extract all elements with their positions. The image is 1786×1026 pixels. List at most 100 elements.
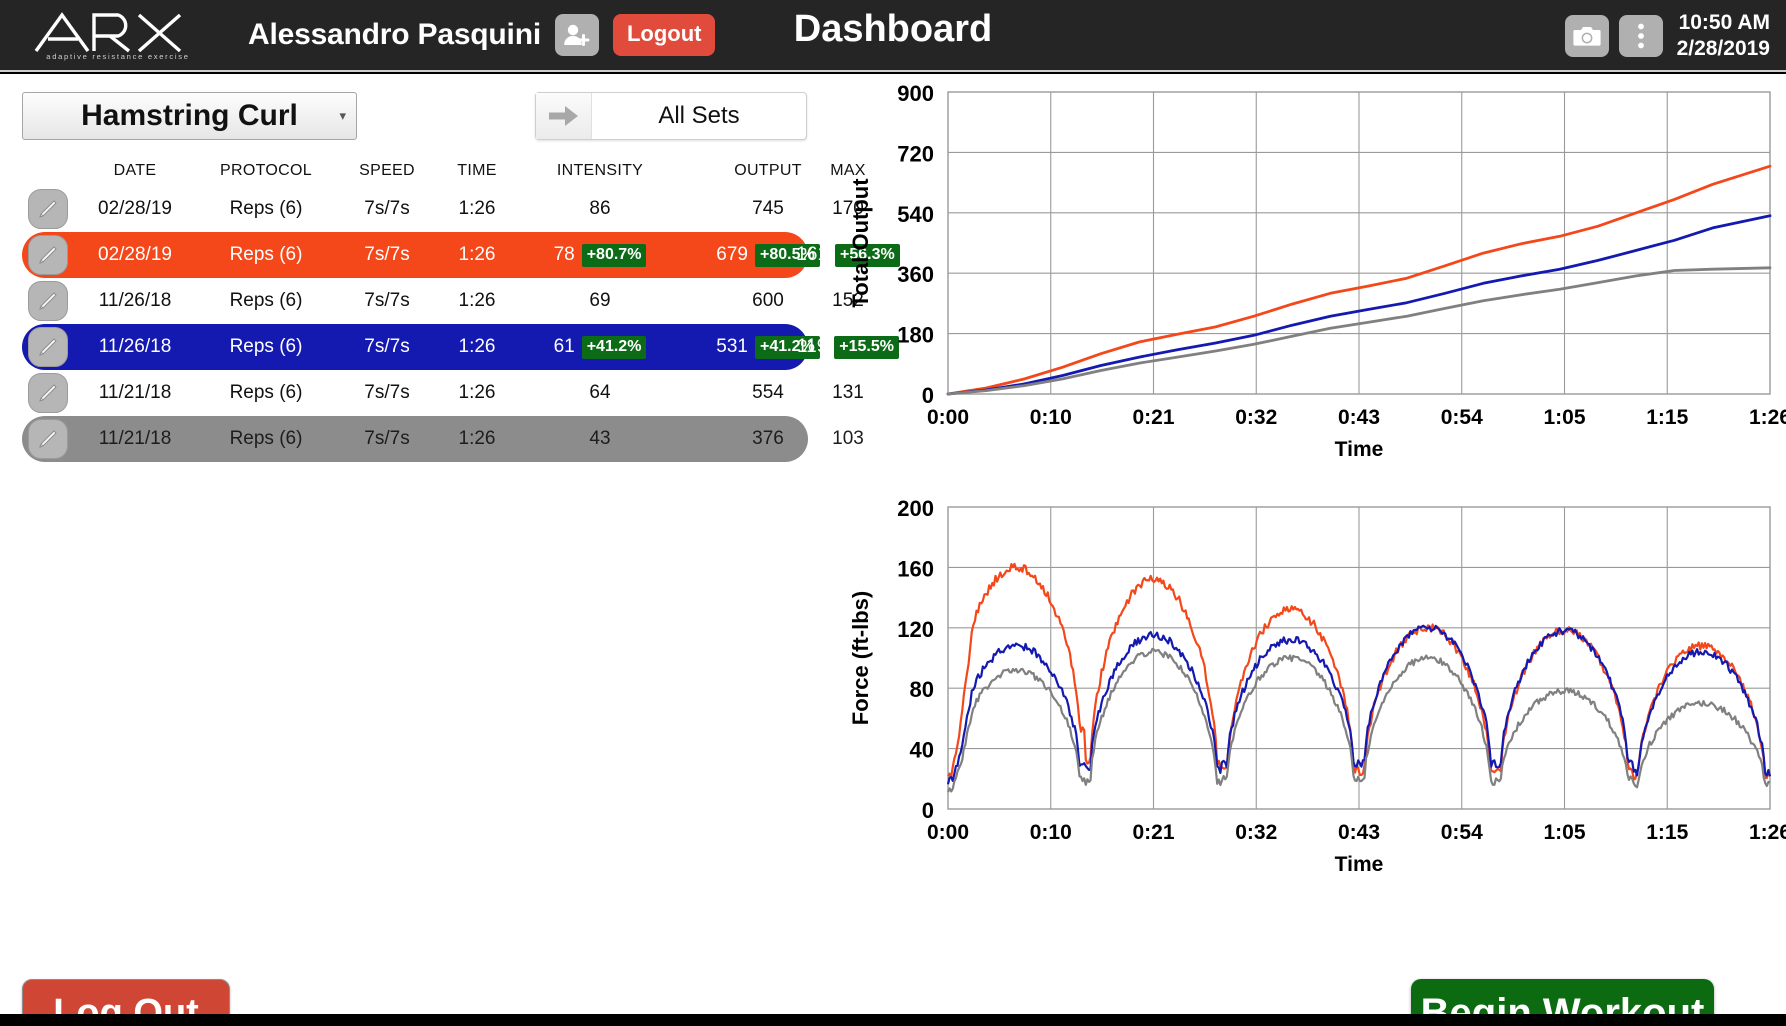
exercise-select[interactable]: Hamstring Curl ▾	[22, 92, 357, 140]
y-tick-label: 80	[910, 677, 934, 702]
date-value: 11/26/18	[98, 336, 172, 357]
total-output-chart: 0 180 360 540 720 900 0:00 0:10 0:21 0:32 0:43 0:54…	[830, 74, 1786, 484]
pencil-glyph	[39, 338, 57, 356]
pencil-icon[interactable]	[28, 235, 68, 275]
x-tick-label: 1:15	[1646, 406, 1688, 429]
arx-logo-mark: adaptive resistance exercise	[34, 12, 188, 61]
output-value: 531	[716, 336, 748, 357]
more-vertical-icon[interactable]	[1618, 15, 1663, 57]
protocol-cell: Reps (6)	[196, 336, 336, 358]
page-body: Hamstring Curl ▾ All Sets DATE PROTOCOL	[0, 74, 1786, 1026]
camera-glyph	[1572, 27, 1601, 46]
th-time: TIME	[457, 162, 497, 179]
chevron-down-icon: ▾	[339, 108, 346, 123]
x-tick-label: 0:00	[927, 406, 969, 429]
protocol-value: Reps (6)	[229, 290, 303, 311]
arx-logo: adaptive resistance exercise	[20, 2, 216, 68]
intensity-delta: +41.2%	[581, 335, 647, 359]
intensity-cell: 64	[516, 382, 684, 404]
table-row[interactable]: 11/26/18 Reps (6) 7s/7s 1:26 61 +41.2% 531 +41.…	[22, 324, 899, 370]
table-row[interactable]: 02/28/19 Reps (6) 7s/7s 1:26 86 745 170	[22, 186, 864, 232]
x-tick-label: 0:10	[1030, 821, 1072, 844]
x-tick-label: 0:32	[1235, 821, 1277, 844]
pencil-glyph	[39, 292, 57, 310]
force-chart-svg: 0 40 80 120 160 200 0:00 0:10 0:21 0:32 0:43 0:54 1:…	[848, 496, 1786, 876]
arrow-right-icon	[536, 93, 592, 139]
y-tick-label: 0	[922, 383, 934, 408]
speed-value: 7s/7s	[364, 198, 410, 219]
date-cell: 11/21/18	[74, 428, 196, 450]
speed-value: 7s/7s	[364, 244, 410, 265]
camera-icon[interactable]	[1564, 15, 1609, 57]
pencil-icon[interactable]	[28, 281, 68, 321]
speed-cell: 7s/7s	[336, 198, 438, 220]
y-tick-label: 180	[897, 323, 934, 348]
x-tick-label: 0:43	[1338, 821, 1380, 844]
app-header: adaptive resistance exercise Alessandro …	[0, 0, 1786, 72]
date-value: 11/21/18	[98, 382, 172, 403]
header-right-group: 10:50 AM 2/28/2019	[1564, 0, 1770, 72]
protocol-cell: Reps (6)	[196, 428, 336, 450]
time-value: 1:26	[458, 336, 496, 357]
bottom-bar	[0, 1014, 1786, 1026]
protocol-value: Reps (6)	[229, 244, 303, 265]
logout-button-top[interactable]: Logout	[612, 14, 716, 56]
add-user-icon[interactable]	[554, 14, 599, 56]
protocol-cell: Reps (6)	[196, 382, 336, 404]
all-sets-label: All Sets	[658, 102, 740, 129]
speed-cell: 7s/7s	[336, 428, 438, 450]
table-row[interactable]: 11/21/18 Reps (6) 7s/7s 1:26 43 376 103	[22, 416, 864, 462]
speed-value: 7s/7s	[364, 290, 410, 311]
x-tick-label: 0:21	[1132, 821, 1174, 844]
table-row[interactable]: 02/28/19 Reps (6) 7s/7s 1:26 78 +80.7% 679 +80.…	[22, 232, 900, 278]
table-row[interactable]: 11/21/18 Reps (6) 7s/7s 1:26 64 554 131	[22, 370, 864, 416]
time-value: 1:26	[458, 428, 496, 449]
charts-panel: 0 180 360 540 720 900 0:00 0:10 0:21 0:32 0:43 0:54…	[830, 74, 1786, 1014]
y-tick-label: 160	[897, 556, 934, 581]
x-axis-label: Time	[1335, 438, 1384, 461]
time-value: 1:26	[458, 382, 496, 403]
y-tick-label: 900	[897, 81, 934, 106]
speed-value: 7s/7s	[364, 428, 410, 449]
speed-cell: 7s/7s	[336, 244, 438, 266]
clock-time: 10:50 AM	[1678, 11, 1770, 35]
x-tick-label: 0:43	[1338, 406, 1380, 429]
intensity-value: 69	[589, 290, 611, 311]
pencil-icon[interactable]	[28, 327, 68, 367]
output-value: 679	[716, 244, 748, 265]
date-value: 11/26/18	[98, 290, 172, 311]
y-tick-label: 120	[897, 617, 934, 642]
pencil-icon[interactable]	[28, 373, 68, 413]
intensity-cell: 86	[516, 198, 684, 220]
date-cell: 02/28/19	[74, 198, 196, 220]
user-name: Alessandro Pasquini	[248, 18, 541, 51]
x-tick-label: 0:54	[1441, 406, 1483, 429]
pencil-icon[interactable]	[28, 189, 68, 229]
table-row[interactable]: 11/26/18 Reps (6) 7s/7s 1:26 69 600 152	[22, 278, 864, 324]
time-cell: 1:26	[438, 336, 516, 358]
intensity-value: 61	[553, 336, 575, 357]
intensity-cell: 43	[516, 428, 684, 450]
th-protocol: PROTOCOL	[220, 162, 312, 179]
table-header-row: DATE PROTOCOL SPEED TIME INTENSITY OUTPU…	[22, 156, 866, 186]
x-tick-label: 1:05	[1543, 821, 1585, 844]
protocol-cell: Reps (6)	[196, 290, 336, 312]
time-cell: 1:26	[438, 428, 516, 450]
y-tick-label: 720	[897, 141, 934, 166]
intensity-value: 86	[589, 198, 611, 219]
x-tick-label: 1:05	[1543, 406, 1585, 429]
time-value: 1:26	[458, 290, 496, 311]
speed-value: 7s/7s	[364, 336, 410, 357]
all-sets-button[interactable]: All Sets	[535, 92, 807, 140]
x-tick-label: 1:26	[1749, 406, 1786, 429]
date-cell: 11/26/18	[74, 290, 196, 312]
arrow-right-glyph	[548, 106, 578, 126]
date-value: 02/28/19	[98, 244, 172, 265]
protocol-value: Reps (6)	[229, 428, 303, 449]
intensity-value: 78	[553, 244, 575, 265]
pencil-icon[interactable]	[28, 419, 68, 459]
protocol-value: Reps (6)	[229, 198, 303, 219]
date-value: 02/28/19	[98, 198, 172, 219]
x-axis-label: Time	[1335, 853, 1384, 876]
max-value: 161	[796, 244, 828, 265]
